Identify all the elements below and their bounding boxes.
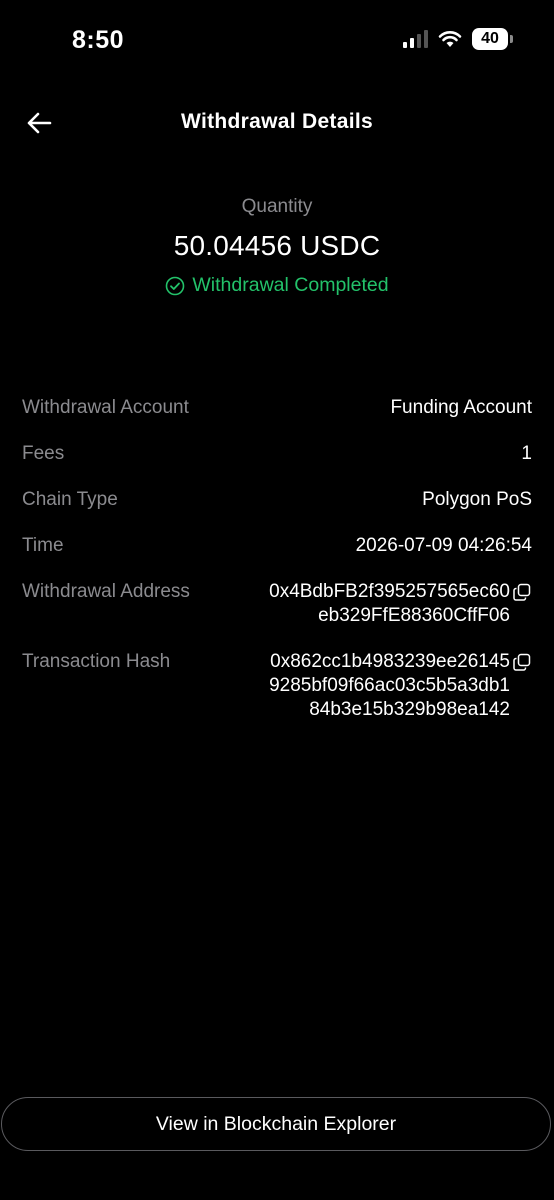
wifi-icon: [438, 31, 462, 47]
detail-label: Transaction Hash: [22, 651, 171, 672]
detail-row-time: Time 2026-07-09 04:26:54: [22, 534, 532, 580]
header: Withdrawal Details: [0, 98, 554, 148]
hash-line: 84b3e15b329b98ea142: [309, 699, 510, 720]
copy-icon[interactable]: [512, 652, 532, 672]
status-text: Withdrawal Completed: [192, 274, 389, 296]
withdrawal-summary: Quantity 50.04456 USDC Withdrawal Comple…: [0, 196, 554, 301]
details-list: Withdrawal Account Funding Account Fees …: [22, 396, 532, 722]
detail-label: Chain Type: [22, 489, 118, 510]
detail-label: Fees: [22, 443, 65, 464]
detail-label: Time: [22, 535, 64, 556]
status-bar: 8:50 40: [0, 0, 554, 80]
detail-value: Funding Account: [390, 397, 532, 418]
view-in-blockchain-explorer-button[interactable]: View in Blockchain Explorer: [1, 1097, 551, 1151]
quantity-value: 50.04456 USDC: [173, 230, 381, 261]
address-line: eb329FfE88360CffF06: [318, 605, 510, 626]
detail-row-withdrawal-account: Withdrawal Account Funding Account: [22, 396, 532, 442]
detail-row-fees: Fees 1: [22, 442, 532, 488]
detail-value: 2026-07-09 04:26:54: [355, 535, 532, 556]
status-icons: 40: [402, 28, 513, 50]
detail-value: Polygon PoS: [422, 489, 532, 510]
detail-value: 1: [521, 443, 532, 464]
transaction-hash-value: 0x862cc1b4983239ee26145 9285bf09f66ac03c…: [269, 650, 532, 722]
detail-row-chain-type: Chain Type Polygon PoS: [22, 488, 532, 534]
hash-line: 0x862cc1b4983239ee26145: [270, 651, 510, 672]
hash-line: 9285bf09f66ac03c5b5a3db1: [269, 675, 510, 696]
battery-level: 40: [481, 30, 499, 47]
signal-icon: [403, 30, 428, 48]
withdrawal-address-value: 0x4BdbFB2f395257565ec60 eb329FfE88360Cff…: [269, 580, 532, 628]
quantity-label: Quantity: [241, 196, 313, 217]
battery-icon: 40: [472, 28, 513, 50]
page-title: Withdrawal Details: [181, 110, 373, 133]
check-circle-icon: [166, 276, 185, 295]
detail-label: Withdrawal Account: [22, 397, 189, 418]
address-line: 0x4BdbFB2f395257565ec60: [269, 581, 510, 602]
detail-row-transaction-hash: Transaction Hash 0x862cc1b4983239ee26145…: [22, 650, 532, 722]
withdrawal-status: Withdrawal Completed: [165, 274, 389, 297]
detail-row-withdrawal-address: Withdrawal Address 0x4BdbFB2f395257565ec…: [22, 580, 532, 650]
detail-label: Withdrawal Address: [22, 581, 190, 602]
copy-icon[interactable]: [512, 582, 532, 602]
status-time: 8:50: [72, 26, 125, 54]
